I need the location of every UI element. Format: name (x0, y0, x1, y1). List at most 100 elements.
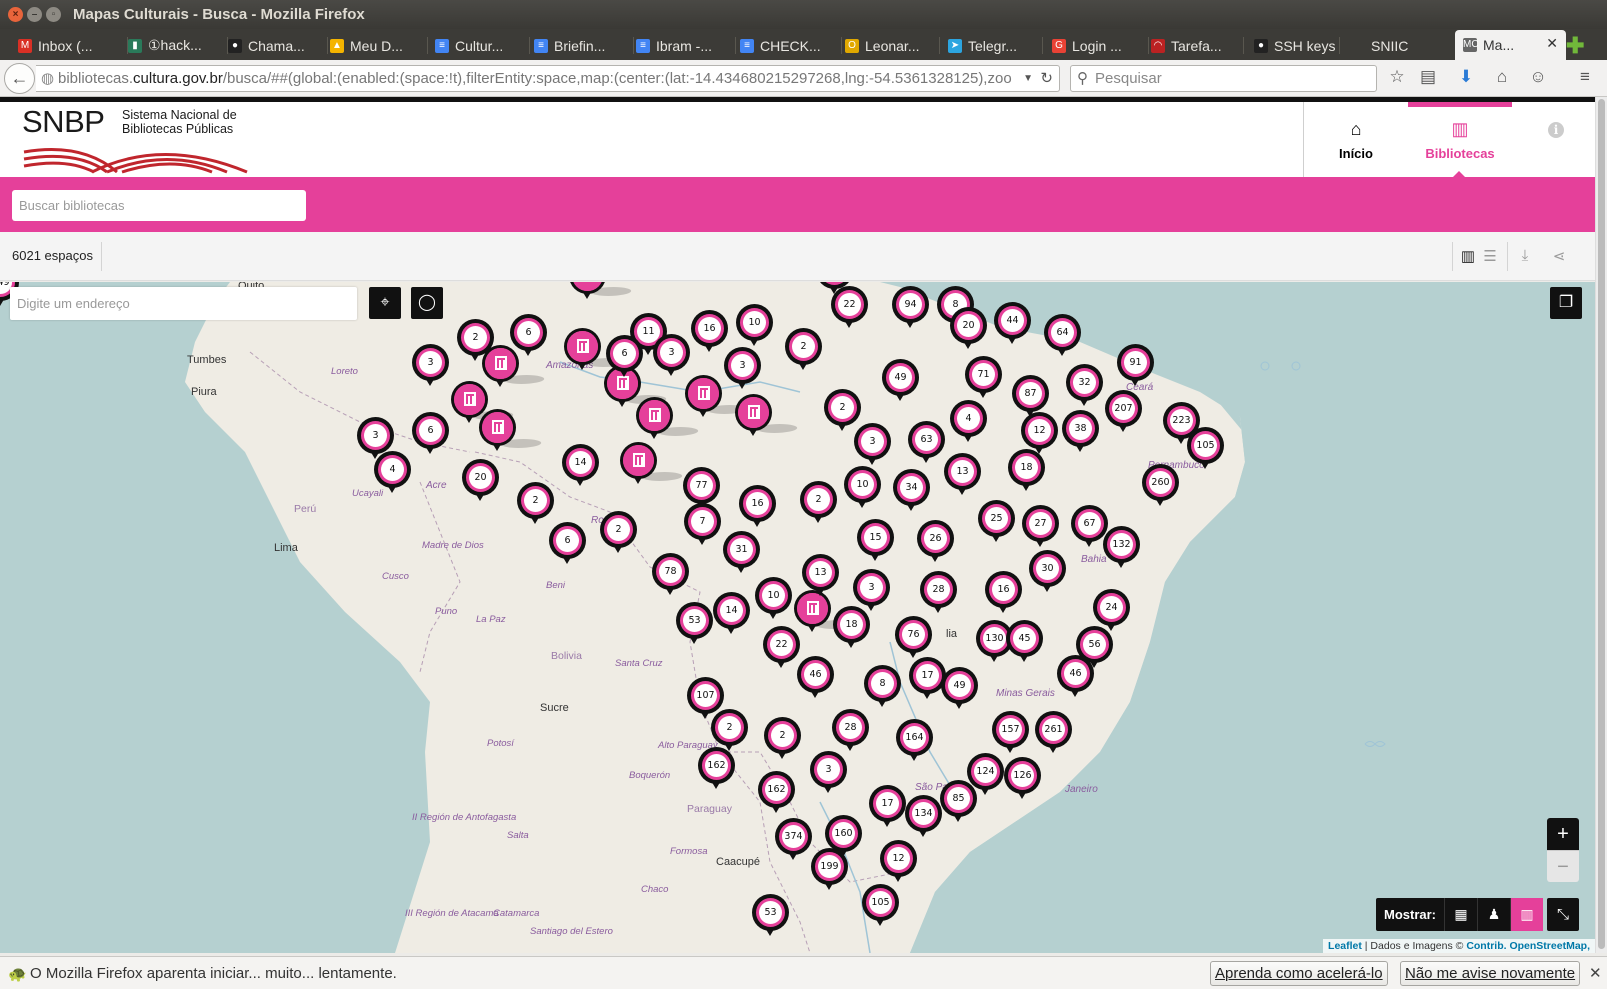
cluster-marker[interactable]: 199 (811, 848, 848, 892)
tab-9[interactable]: ➤ Telegr... (948, 32, 1043, 59)
library-marker-icon[interactable] (735, 394, 800, 438)
cluster-marker[interactable]: 162 (698, 747, 735, 791)
cluster-marker[interactable]: 91 (1117, 344, 1154, 388)
cluster-marker[interactable]: 76 (895, 616, 932, 660)
cluster-marker[interactable]: 25 (978, 500, 1015, 544)
leaflet-link[interactable]: Leaflet (1328, 940, 1362, 952)
expand-map-icon[interactable]: ⤡ (1547, 898, 1579, 931)
cluster-marker[interactable]: 45 (1006, 620, 1043, 664)
tab-3[interactable]: ▲ Meu D... (330, 32, 428, 59)
bookmark-star-icon[interactable]: ☆ (1386, 67, 1408, 87)
cluster-marker[interactable]: 261 (1035, 711, 1072, 755)
cluster-marker[interactable]: 64 (1044, 314, 1081, 358)
tab-1[interactable]: ▮ ①hack... (128, 32, 228, 59)
cluster-marker[interactable]: 85 (940, 780, 977, 824)
cluster-marker[interactable]: 13 (944, 453, 981, 497)
cluster-marker[interactable]: 28 (920, 571, 957, 615)
new-tab-icon[interactable]: ✚ (1566, 33, 1584, 59)
tab-14[interactable]: MC Ma... ✕ (1455, 30, 1566, 60)
agents-person-icon[interactable]: ♟ (1477, 898, 1510, 931)
cluster-marker[interactable]: 17 (869, 785, 906, 829)
cluster-marker[interactable]: 13 (802, 554, 839, 598)
map-view-icon[interactable]: ▥ (1458, 247, 1478, 265)
tab-5[interactable]: ≡ Briefin... (534, 32, 634, 59)
cluster-marker[interactable]: 2 (800, 481, 837, 525)
window-maximize-icon[interactable]: ▫ (46, 7, 61, 22)
downloads-icon[interactable]: ⬇ (1455, 67, 1477, 87)
cluster-marker[interactable]: 46 (797, 656, 834, 700)
cluster-marker[interactable]: 3 (810, 751, 847, 795)
spaces-library-icon[interactable]: ▥ (1510, 898, 1544, 931)
cluster-marker[interactable]: 53 (752, 894, 789, 938)
zoom-out-button[interactable]: − (1547, 850, 1579, 882)
cluster-marker[interactable]: 157 (992, 711, 1029, 755)
cluster-marker[interactable]: 49 (882, 359, 919, 403)
library-search-input[interactable] (12, 190, 306, 221)
cluster-marker[interactable]: 71 (965, 356, 1002, 400)
cluster-marker[interactable]: 3 (412, 344, 449, 388)
locate-me-icon[interactable]: ⌖ (369, 287, 401, 319)
cluster-marker[interactable]: 6 (549, 522, 586, 566)
cluster-marker[interactable]: 6 (412, 412, 449, 456)
cluster-marker[interactable]: 34 (893, 469, 930, 513)
nav-libraries[interactable]: ▥ Bibliotecas (1408, 102, 1512, 178)
cluster-marker[interactable]: 31 (723, 531, 760, 575)
library-marker-icon[interactable] (564, 328, 629, 372)
learn-speedup-button[interactable]: Aprenda como acelerá-lo (1210, 961, 1388, 986)
cluster-marker[interactable]: 10 (736, 304, 773, 348)
cluster-marker[interactable]: 3 (854, 423, 891, 467)
cluster-marker[interactable]: 7 (684, 503, 721, 547)
cluster-marker[interactable]: 22 (763, 626, 800, 670)
cluster-marker[interactable]: 53 (676, 602, 713, 646)
url-bar[interactable]: ◍ bibliotecas.cultura.gov.br/busca/##(glo… (36, 65, 1060, 92)
close-notification-icon[interactable]: ✕ (1589, 964, 1602, 982)
cluster-marker[interactable]: 374 (775, 818, 812, 862)
tab-10[interactable]: G Login ... (1052, 32, 1149, 59)
library-marker-icon[interactable] (685, 375, 750, 419)
cluster-marker[interactable]: 3 (724, 347, 761, 391)
cluster-marker[interactable]: 26 (917, 520, 954, 564)
cluster-marker[interactable]: 4 (374, 451, 411, 495)
tab-6[interactable]: ≡ Ibram -... (636, 32, 736, 59)
radius-circle-icon[interactable]: ◯ (411, 287, 443, 319)
tab-2[interactable]: ● Chama... (228, 32, 328, 59)
dont-warn-again-button[interactable]: Não me avise novamente (1400, 961, 1581, 986)
cluster-marker[interactable]: 10 (755, 577, 792, 621)
cluster-marker[interactable]: 8 (864, 665, 901, 709)
cluster-marker[interactable]: 12 (880, 840, 917, 884)
cluster-marker[interactable]: 20 (950, 307, 987, 351)
cluster-marker[interactable]: 16 (739, 485, 776, 529)
cluster-marker[interactable]: 16 (691, 310, 728, 354)
zoom-in-button[interactable]: + (1547, 818, 1579, 850)
cluster-marker[interactable]: 2 (764, 717, 801, 761)
library-marker-icon[interactable] (479, 409, 544, 453)
cluster-marker[interactable]: 27 (1022, 505, 1059, 549)
events-calendar-icon[interactable]: ▦ (1444, 898, 1477, 931)
cluster-marker[interactable]: 44 (994, 302, 1031, 346)
cluster-marker[interactable]: 28 (832, 709, 869, 753)
tab-8[interactable]: O Leonar... (845, 32, 940, 59)
cluster-marker[interactable]: 20 (462, 459, 499, 503)
cluster-marker[interactable]: 2 (457, 319, 494, 363)
tab-13[interactable]: SNIIC (1351, 32, 1411, 59)
url-dropdown-icon[interactable]: ▼ (1023, 66, 1033, 91)
page-scrollbar[interactable] (1595, 97, 1607, 953)
cluster-marker[interactable]: 18 (1008, 449, 1045, 493)
cluster-marker[interactable]: 105 (1187, 427, 1224, 471)
cluster-marker[interactable]: 22 (831, 286, 868, 330)
cluster-marker[interactable]: 132 (1103, 526, 1140, 570)
menu-icon[interactable]: ≡ (1574, 67, 1596, 87)
cluster-marker[interactable]: 49 (941, 667, 978, 711)
tab-11[interactable]: ◠ Tarefa... (1151, 32, 1244, 59)
search-bar[interactable]: ⚲ Pesquisar (1070, 65, 1377, 92)
cluster-marker[interactable]: 6 (606, 335, 643, 379)
cluster-marker[interactable]: 134 (905, 795, 942, 839)
library-marker-icon[interactable] (636, 397, 701, 441)
cluster-marker[interactable]: 10 (844, 466, 881, 510)
cluster-marker[interactable]: 32 (1066, 364, 1103, 408)
cluster-marker[interactable]: 207 (1105, 390, 1142, 434)
cluster-marker[interactable]: 18 (833, 606, 870, 650)
cluster-marker[interactable]: 164 (896, 719, 933, 763)
cluster-marker[interactable]: 4 (950, 400, 987, 444)
logo-abbreviation[interactable]: SNBP (22, 104, 105, 140)
